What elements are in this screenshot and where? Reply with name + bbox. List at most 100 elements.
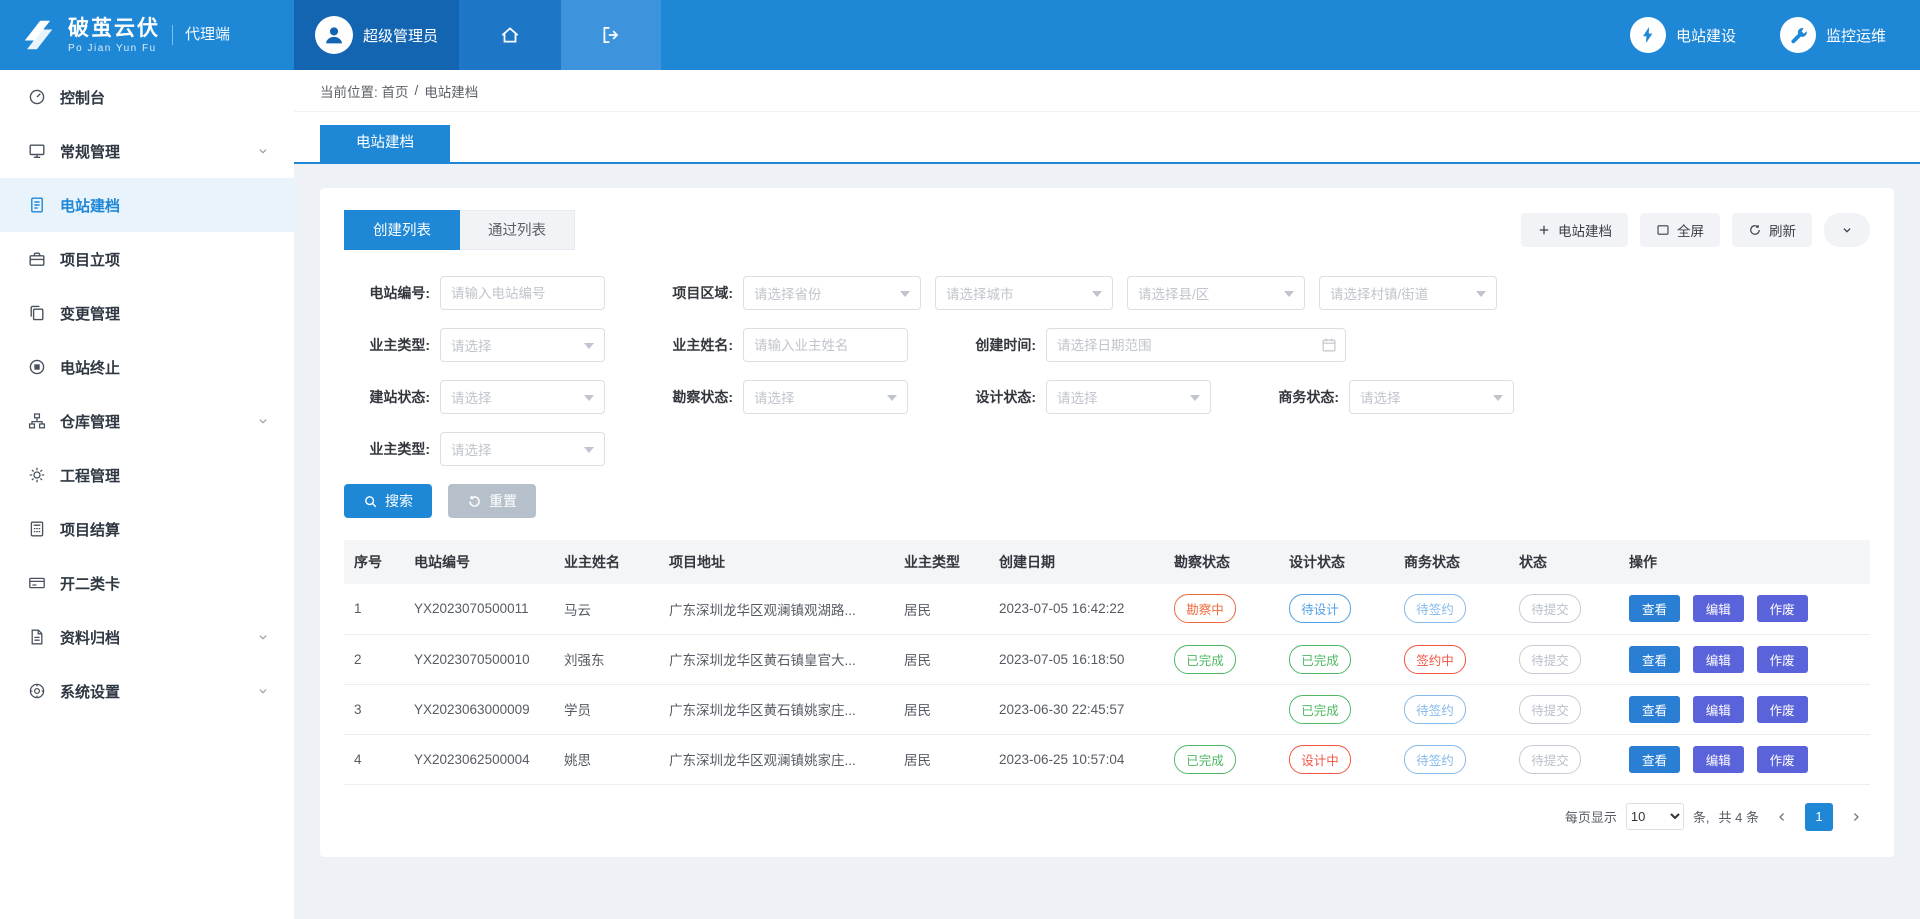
- lightning-icon: [1630, 17, 1666, 53]
- fullscreen-button[interactable]: 全屏: [1640, 213, 1720, 247]
- town-select[interactable]: 请选择村镇/街道: [1319, 276, 1497, 310]
- main-content: 当前位置: 首页 / 电站建档 电站建档 创建列表 通过列表 电站建档: [294, 70, 1920, 919]
- business-status-badge: 签约中: [1404, 645, 1466, 674]
- table-row: 4 YX2023062500004 姚思 广东深圳龙华区观澜镇姚家庄... 居民…: [344, 734, 1870, 784]
- sidebar-item-system-settings[interactable]: 系统设置: [0, 664, 294, 718]
- view-button[interactable]: 查看: [1629, 595, 1680, 622]
- caret-down-icon: [584, 447, 594, 458]
- sidebar-item-project-initiation[interactable]: 项目立项: [0, 232, 294, 286]
- breadcrumb-home-link[interactable]: 首页: [382, 81, 409, 101]
- user-menu[interactable]: 超级管理员: [294, 0, 459, 70]
- filter-design-status: 设计状态: 请选择: [950, 380, 1211, 414]
- stop-icon: [28, 358, 46, 376]
- sidebar-item-general-management[interactable]: 常规管理: [0, 124, 294, 178]
- date-range-input[interactable]: [1046, 328, 1346, 362]
- topbar-right-nav: 电站建设 监控运维: [1630, 0, 1920, 70]
- tab-create-list[interactable]: 创建列表: [344, 210, 460, 250]
- view-button[interactable]: 查看: [1629, 746, 1680, 773]
- filter-business-status: 商务状态: 请选择: [1253, 380, 1514, 414]
- survey-status-select[interactable]: 请选择: [743, 380, 908, 414]
- sidebar-item-console[interactable]: 控制台: [0, 70, 294, 124]
- nav-monitor-ops[interactable]: 监控运维: [1780, 17, 1886, 53]
- logout-button[interactable]: [561, 0, 661, 70]
- caret-down-icon: [900, 291, 910, 302]
- collapse-toolbar-button[interactable]: [1824, 213, 1870, 247]
- survey-status-badge: 勘察中: [1174, 594, 1236, 623]
- city-select[interactable]: 请选择城市: [935, 276, 1113, 310]
- home-icon: [499, 24, 521, 46]
- status-badge: 待提交: [1519, 695, 1581, 724]
- column-header: 设计状态: [1279, 540, 1394, 584]
- logo[interactable]: 破茧云伏 Po Jian Yun Fu 代理端: [0, 0, 294, 70]
- sidebar-item-engineering-management[interactable]: 工程管理: [0, 448, 294, 502]
- owner-type-2-select[interactable]: 请选择: [440, 432, 605, 466]
- owner-type-select[interactable]: 请选择: [440, 328, 605, 362]
- business-status-select[interactable]: 请选择: [1349, 380, 1514, 414]
- nav-station-build-label: 电站建设: [1676, 25, 1736, 46]
- logout-icon: [600, 24, 622, 46]
- home-button[interactable]: [459, 0, 561, 70]
- refresh-button[interactable]: 刷新: [1732, 213, 1812, 247]
- filter-station-no: 电站编号:: [344, 276, 605, 310]
- page-tab-station-filing[interactable]: 电站建档: [320, 125, 450, 162]
- person-icon: [322, 23, 346, 47]
- view-button[interactable]: 查看: [1629, 696, 1680, 723]
- filter-row-3: 建站状态: 请选择 勘察状态: 请选择: [344, 380, 1870, 414]
- void-button[interactable]: 作废: [1757, 595, 1808, 622]
- column-header: 商务状态: [1394, 540, 1509, 584]
- logo-text: 破茧云伏 Po Jian Yun Fu: [68, 17, 160, 54]
- sidebar-item-data-archive[interactable]: 资料归档: [0, 610, 294, 664]
- breadcrumb-current: 电站建档: [424, 81, 478, 101]
- chevron-left-icon: [1775, 810, 1789, 824]
- sidebar-item-change-management[interactable]: 变更管理: [0, 286, 294, 340]
- fullscreen-icon: [1656, 223, 1670, 237]
- build-status-select[interactable]: 请选择: [440, 380, 605, 414]
- void-button[interactable]: 作废: [1757, 746, 1808, 773]
- nav-station-build[interactable]: 电站建设: [1630, 17, 1736, 53]
- reset-button[interactable]: 重置: [448, 484, 536, 518]
- pagination: 每页显示 10 条, 共 4 条 1: [344, 803, 1870, 831]
- calculator-icon: [28, 520, 46, 538]
- county-select[interactable]: 请选择县/区: [1127, 276, 1305, 310]
- province-select[interactable]: 请选择省份: [743, 276, 921, 310]
- column-header: 业主类型: [894, 540, 989, 584]
- edit-button[interactable]: 编辑: [1693, 595, 1744, 622]
- topbar: 破茧云伏 Po Jian Yun Fu 代理端 超级管理员 电站建设 监控运维: [0, 0, 1920, 70]
- create-station-button[interactable]: 电站建档: [1521, 213, 1628, 247]
- design-status-select[interactable]: 请选择: [1046, 380, 1211, 414]
- edit-button[interactable]: 编辑: [1693, 746, 1744, 773]
- design-status-badge: 设计中: [1289, 745, 1351, 774]
- per-page-select[interactable]: 10: [1626, 803, 1684, 830]
- logo-title: 破茧云伏: [68, 17, 160, 41]
- search-button[interactable]: 搜索: [344, 484, 432, 518]
- logo-icon: [16, 13, 60, 57]
- prev-page-button[interactable]: [1768, 803, 1796, 831]
- filter-actions: 搜索 重置: [344, 484, 1870, 518]
- status-badge: 待提交: [1519, 594, 1581, 623]
- owner-name-input[interactable]: [743, 328, 908, 362]
- edit-button[interactable]: 编辑: [1693, 696, 1744, 723]
- void-button[interactable]: 作废: [1757, 696, 1808, 723]
- sidebar-item-station-filing[interactable]: 电站建档: [0, 178, 294, 232]
- edit-button[interactable]: 编辑: [1693, 646, 1744, 673]
- sidebar: 控制台 常规管理 电站建档 项目立项 变更管理 电站终止 仓库管理: [0, 70, 294, 919]
- next-page-button[interactable]: [1842, 803, 1870, 831]
- filter-owner-name: 业主姓名:: [647, 328, 908, 362]
- page-1-button[interactable]: 1: [1805, 803, 1833, 831]
- sidebar-item-project-settlement[interactable]: 项目结算: [0, 502, 294, 556]
- station-no-input[interactable]: [440, 276, 605, 310]
- archive-icon: [28, 628, 46, 646]
- sidebar-item-warehouse-management[interactable]: 仓库管理: [0, 394, 294, 448]
- view-button[interactable]: 查看: [1629, 646, 1680, 673]
- void-button[interactable]: 作废: [1757, 646, 1808, 673]
- sidebar-item-card-opening[interactable]: 开二类卡: [0, 556, 294, 610]
- card-icon: [28, 574, 46, 592]
- column-header: 勘察状态: [1164, 540, 1279, 584]
- monitor-icon: [28, 142, 46, 160]
- chevron-right-icon: [1849, 810, 1863, 824]
- tab-passed-list[interactable]: 通过列表: [460, 210, 575, 250]
- business-status-badge: 待签约: [1404, 695, 1466, 724]
- sidebar-item-station-termination[interactable]: 电站终止: [0, 340, 294, 394]
- table-row: 2 YX2023070500010 刘强东 广东深圳龙华区黄石镇皇官大... 居…: [344, 634, 1870, 684]
- caret-down-icon: [1190, 395, 1200, 406]
